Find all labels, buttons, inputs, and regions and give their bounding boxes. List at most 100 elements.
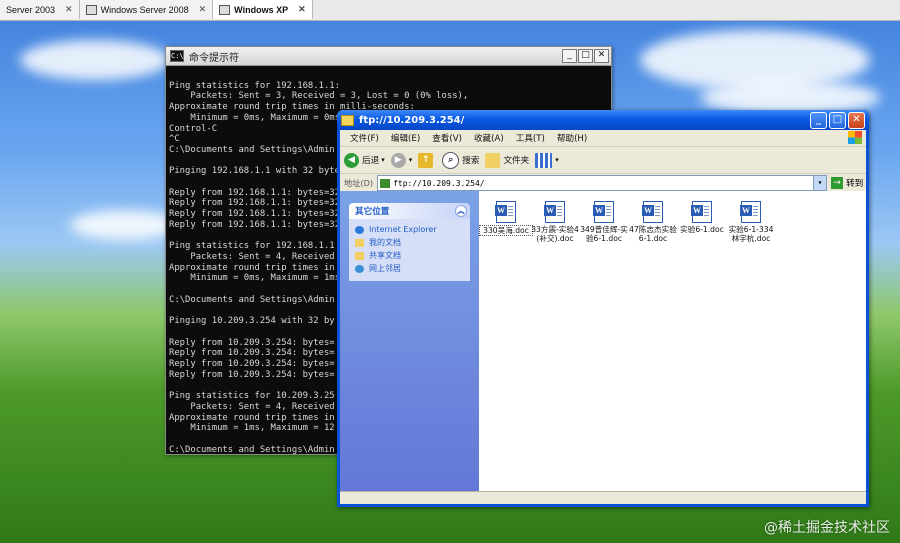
toolbar: ◀ 后退 ▾ ▶ ▾ ↑ ⌕ 搜索 文件夹 ▾ [340,147,866,174]
link-internet-explorer[interactable]: Internet Explorer [355,223,464,236]
search-label: 搜索 [462,156,480,166]
views-button[interactable]: ▾ [535,152,559,168]
forward-button[interactable]: ▶ ▾ [390,152,412,168]
word-doc-icon: W [544,201,565,223]
word-doc-icon: W [642,201,663,223]
file-item[interactable]: W 47陈志杰实验6-1.doc [628,201,678,243]
vm-tab-label: Windows Server 2008 [100,4,189,15]
vm-tab-server-2003[interactable]: Server 2003 ✕ [0,0,80,19]
address-input[interactable]: ftp://10.209.3.254/ ▾ [377,175,828,191]
menu-help[interactable]: 帮助(H) [551,132,593,144]
link-label: 我的文档 [369,238,401,247]
collapse-chevron-icon[interactable]: ︽ [455,205,467,217]
word-doc-icon: W [740,201,761,223]
vm-icon [219,4,231,15]
file-name: 33方震-实验4(补交).doc [531,225,579,243]
shared-documents-icon [355,251,364,260]
go-button[interactable]: → 转到 [831,177,863,189]
file-name: 实验6-1.doc [680,225,724,234]
go-label: 转到 [846,179,864,189]
explorer-window[interactable]: ftp://10.209.3.254/ _ □ ✕ 文件(F) 编辑(E) 查看… [337,110,869,507]
file-item[interactable]: W 349曾佳辉-实验6-1.doc [579,201,629,243]
link-label: 网上邻居 [369,264,401,273]
address-value: ftp://10.209.3.254/ [393,178,485,188]
file-name: 实验6-1-334林宇杭.doc [728,225,774,243]
word-doc-icon: W [593,201,614,223]
back-arrow-icon: ◀ [344,152,359,168]
explorer-title: ftp://10.209.3.254/ [359,114,465,126]
folders-label: 文件夹 [503,156,530,166]
explorer-title-bar[interactable]: ftp://10.209.3.254/ _ □ ✕ [337,110,869,130]
close-icon[interactable]: ✕ [199,4,207,15]
cloud [70,210,180,240]
maximize-button[interactable]: □ [829,112,846,129]
file-item[interactable]: W 330吴海.doc [479,201,533,236]
word-doc-icon: W [691,201,712,223]
internet-explorer-icon [355,225,364,234]
vm-tab-label: Windows XP [234,4,289,15]
file-item[interactable]: W 33方震-实验4(补交).doc [530,201,580,243]
vm-icon [85,4,97,15]
network-places-icon [355,264,364,273]
cmd-line [169,70,608,81]
menu-favorites[interactable]: 收藏(A) [468,132,510,144]
cmd-line: Ping statistics for 192.168.1.1: [169,80,340,91]
search-icon: ⌕ [442,151,460,169]
link-label: 共享文档 [369,251,401,260]
file-name: 47陈志杰实验6-1.doc [629,225,677,243]
watermark: @稀土掘金技术社区 [764,520,890,536]
cmd-icon: C:\ [170,50,184,62]
up-folder-icon: ↑ [418,152,434,168]
forward-arrow-icon: ▶ [390,152,406,168]
vm-tab-bar: Server 2003 ✕ Windows Server 2008 ✕ Wind… [0,0,900,21]
my-documents-icon [355,238,364,247]
file-name: 349曾佳辉-实验6-1.doc [580,225,628,243]
minimize-button[interactable]: _ [810,112,827,129]
address-dropdown-icon[interactable]: ▾ [813,176,827,190]
address-label: 地址(D) [344,178,374,188]
file-item[interactable]: W 实验6-1.doc [677,201,727,234]
minimize-button[interactable]: _ [562,49,577,63]
menu-bar: 文件(F) 编辑(E) 查看(V) 收藏(A) 工具(T) 帮助(H) [340,130,866,147]
close-icon[interactable]: ✕ [298,4,306,15]
folders-button[interactable]: 文件夹 [485,152,530,168]
cmd-line: Packets: Sent = 3, Received = 3, Lost = … [169,91,469,102]
cmd-title-bar[interactable]: C:\ 命令提示符 _ □ ✕ [166,47,611,66]
status-bar [340,491,866,504]
close-button[interactable]: ✕ [848,112,865,129]
other-places-title: 其它位置 [355,207,390,217]
back-button[interactable]: ◀ 后退 ▾ [344,152,385,168]
windows-logo-icon [848,131,862,144]
link-network-places[interactable]: 网上邻居 [355,262,464,275]
cloud [20,40,170,80]
word-doc-icon: W [495,201,516,223]
file-item[interactable]: W 实验6-1-334林宇杭.doc [726,201,776,243]
menu-tools[interactable]: 工具(T) [510,132,551,144]
file-name: 330吴海.doc [479,225,533,236]
link-shared-documents[interactable]: 共享文档 [355,249,464,262]
folder-icon [485,152,501,168]
views-grid-icon [535,152,553,168]
search-button[interactable]: ⌕ 搜索 [442,151,480,169]
up-button[interactable]: ↑ [418,152,436,168]
folder-icon [341,114,354,126]
menu-file[interactable]: 文件(F) [344,132,385,144]
file-list[interactable]: W 330吴海.doc W 33方震-实验4(补交).doc W 349曾佳辉-… [479,191,866,504]
menu-edit[interactable]: 编辑(E) [385,132,426,144]
other-places-panel: Internet Explorer 我的文档 共享文档 网上邻居 [349,219,470,281]
close-button[interactable]: ✕ [594,49,609,63]
link-label: Internet Explorer [369,225,437,234]
cmd-title: 命令提示符 [189,52,239,64]
maximize-button[interactable]: □ [578,49,593,63]
link-my-documents[interactable]: 我的文档 [355,236,464,249]
go-arrow-icon: → [831,177,844,189]
vm-tab-windows-xp[interactable]: Windows XP ✕ [213,0,313,19]
vm-tab-server-2008[interactable]: Windows Server 2008 ✕ [79,0,214,19]
close-icon[interactable]: ✕ [65,4,73,15]
ftp-folder-icon [380,178,391,188]
menu-view[interactable]: 查看(V) [426,132,468,144]
back-label: 后退 [362,156,380,166]
other-places-header[interactable]: 其它位置 ︽ [349,203,470,219]
task-pane: 其它位置 ︽ Internet Explorer 我的文档 共享文档 网上邻居 [340,191,479,504]
vm-tab-label: Server 2003 [6,4,56,15]
